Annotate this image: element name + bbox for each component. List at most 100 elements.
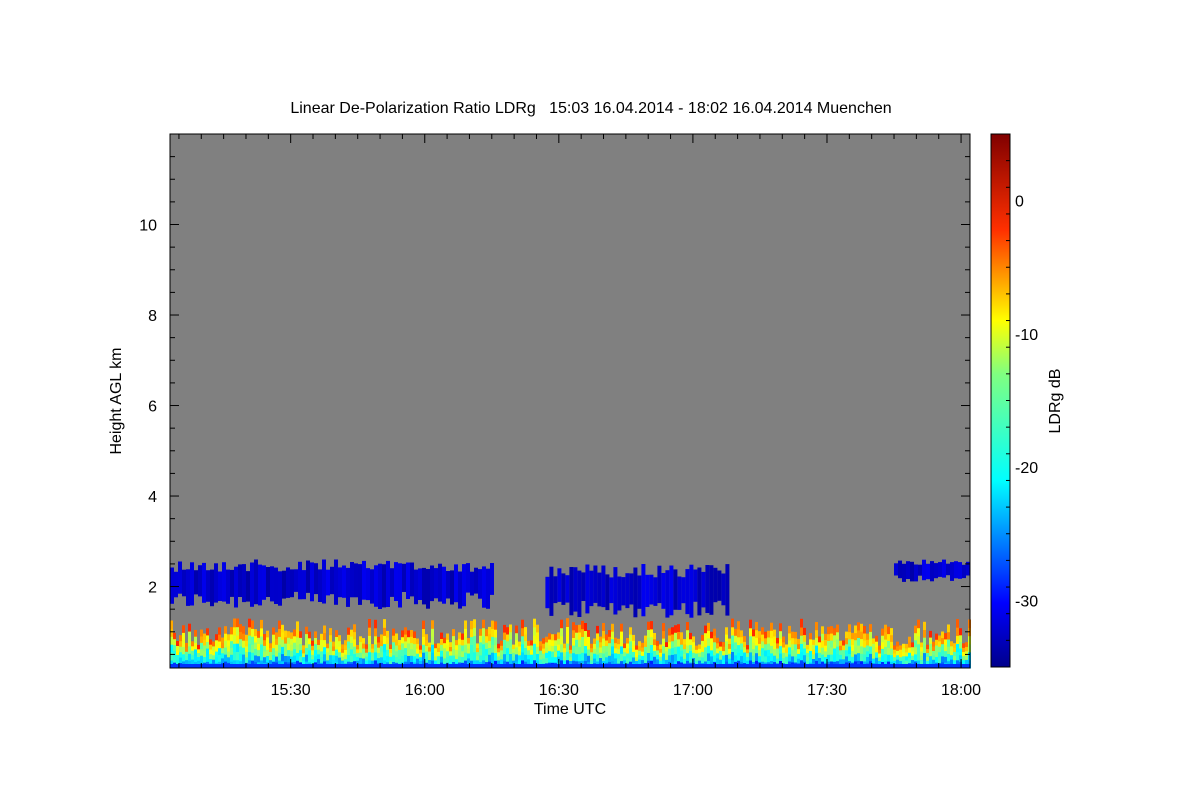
ldr-cell — [350, 642, 353, 650]
ldr-cell — [638, 659, 641, 665]
ldr-cell — [200, 655, 203, 663]
ldr-cell — [389, 644, 392, 649]
ldr-cell — [563, 655, 566, 661]
ldr-cell — [263, 634, 266, 641]
ldr-cell — [581, 572, 586, 601]
ldr-cell — [527, 649, 530, 655]
ldr-cell — [185, 647, 188, 652]
ldr-cell — [386, 655, 389, 663]
ldr-cell — [602, 638, 605, 646]
ldr-cell — [455, 640, 458, 646]
ldr-cell — [947, 639, 950, 647]
ldr-cell — [422, 628, 425, 637]
ldr-cell — [776, 653, 779, 659]
ldr-cell — [809, 633, 812, 640]
ldr-cell — [770, 622, 773, 631]
ldr-cell — [761, 654, 764, 662]
ldr-cell — [317, 658, 320, 664]
ldr-cell — [647, 644, 650, 653]
ldr-cell — [959, 628, 962, 636]
ldr-cell — [673, 569, 678, 610]
ldr-cell — [326, 651, 329, 657]
ldr-cell — [866, 650, 869, 657]
ldr-cell — [428, 646, 431, 652]
ldr-cell — [881, 648, 884, 656]
ldr-cell — [791, 655, 794, 663]
ldr-cell — [563, 659, 566, 665]
ldr-cell — [662, 645, 665, 654]
ldr-cell — [767, 643, 770, 650]
ldr-cell — [704, 653, 707, 662]
ldr-cell — [467, 648, 470, 654]
ldr-cell — [809, 644, 812, 651]
ldr-cell — [872, 643, 875, 649]
ldr-cell — [677, 653, 680, 662]
ldr-cell — [257, 631, 260, 638]
ldr-cell — [665, 642, 668, 647]
ldr-cell — [437, 643, 440, 648]
ldr-cell — [716, 647, 719, 654]
ldr-cell — [245, 651, 248, 658]
ldr-cell — [190, 562, 194, 606]
ldr-cell — [431, 652, 434, 661]
ldr-cell — [908, 636, 911, 643]
ldr-cell — [728, 658, 731, 664]
ldr-cell — [410, 562, 414, 597]
ldr-cell — [644, 641, 647, 647]
ldr-cell — [788, 646, 791, 655]
ldr-cell — [449, 646, 452, 652]
ldr-cell — [554, 634, 557, 641]
ldr-cell — [503, 646, 506, 655]
ldr-cell — [617, 576, 622, 611]
ldr-cell — [284, 649, 287, 656]
ldr-cell — [710, 631, 713, 639]
ldr-cell — [212, 659, 215, 665]
ldr-cell — [198, 565, 202, 597]
ldr-cell — [530, 654, 533, 660]
ldr-cell — [320, 633, 323, 640]
ldr-cell — [758, 649, 761, 657]
ldr-cell — [842, 649, 845, 655]
ldr-cell — [569, 645, 572, 650]
ldr-cell — [212, 641, 215, 647]
ldr-cell — [614, 652, 617, 659]
ldr-cell — [486, 568, 490, 609]
ldr-cell — [431, 644, 434, 653]
ldr-cell — [906, 561, 910, 579]
ldr-cell — [467, 638, 470, 644]
ldr-cell — [701, 571, 706, 608]
ldr-cell — [770, 630, 773, 639]
ldr-cell — [173, 656, 176, 663]
ldr-cell — [608, 642, 611, 650]
ldr-cell — [734, 648, 737, 656]
ldr-cell — [368, 651, 371, 661]
ldr-cell — [941, 643, 944, 651]
ldr-cell — [860, 631, 863, 640]
ldr-cell — [584, 623, 587, 631]
ldr-cell — [905, 660, 908, 665]
ldr-cell — [386, 560, 390, 607]
ldr-cell — [605, 640, 608, 647]
ldr-cell — [626, 658, 629, 664]
ldr-cell — [406, 562, 410, 599]
ldr-cell — [227, 656, 230, 663]
ldr-cell — [899, 649, 902, 654]
ldr-cell — [248, 643, 251, 653]
ldr-cell — [956, 635, 959, 644]
ldr-cell — [917, 651, 920, 661]
ldr-cell — [935, 656, 938, 663]
ldr-cell — [692, 641, 695, 648]
ldr-cell — [947, 653, 950, 662]
ldr-cell — [236, 643, 239, 652]
ldr-cell — [758, 637, 761, 644]
ldr-cell — [458, 656, 461, 663]
ldr-cell — [842, 654, 845, 660]
ldr-cell — [806, 648, 809, 654]
ldr-cell — [845, 637, 848, 645]
ldr-cell — [941, 655, 944, 663]
ldr-cell — [179, 651, 182, 658]
ldr-cell — [833, 654, 836, 662]
ldr-cell — [887, 633, 890, 641]
ldr-cell — [425, 645, 428, 652]
ldr-cell — [179, 635, 182, 642]
